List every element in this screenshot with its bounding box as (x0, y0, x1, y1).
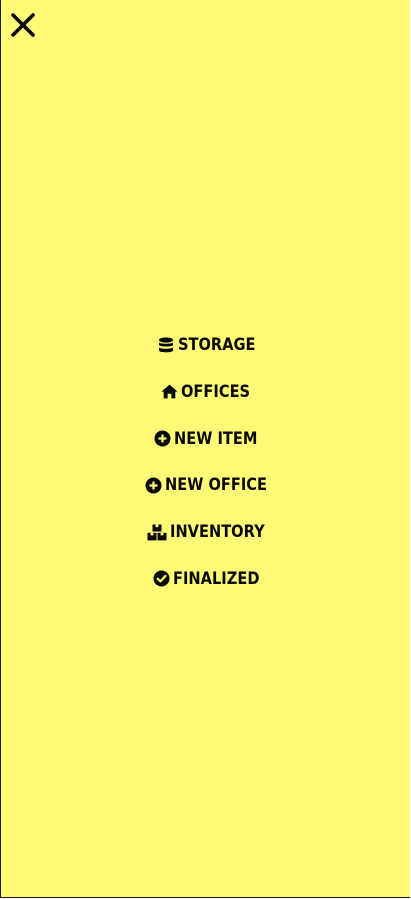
menu-item-storage[interactable]: STORAGE (158, 333, 256, 357)
menu-item-label: INVENTORY (169, 522, 265, 543)
menu-item-inventory[interactable]: INVENTORY (147, 520, 265, 544)
plus-circle-icon (145, 477, 162, 494)
menu-item-offices[interactable]: OFFICES (161, 380, 250, 404)
menu-item-new-office[interactable]: NEW OFFICE (145, 473, 267, 497)
menu-item-finalized[interactable]: FINALIZED (153, 567, 259, 591)
check-circle-icon (153, 570, 170, 587)
menu-item-label: OFFICES (180, 381, 250, 402)
menu-item-label: NEW OFFICE (164, 475, 267, 496)
plus-circle-icon (154, 430, 171, 447)
boxes-icon (147, 524, 167, 541)
home-icon (161, 383, 178, 400)
close-icon (11, 13, 35, 37)
menu-item-label: FINALIZED (172, 568, 259, 589)
navigation-drawer: STORAGE OFFICES NEW ITEM NEW OFFICE INVE… (0, 0, 410, 898)
menu-item-label: STORAGE (177, 335, 256, 355)
menu-item-new-item[interactable]: NEW ITEM (154, 427, 257, 451)
close-button[interactable] (10, 12, 36, 38)
main-menu: STORAGE OFFICES NEW ITEM NEW OFFICE INVE… (1, 333, 410, 614)
database-icon (158, 336, 175, 354)
menu-item-label: NEW ITEM (173, 428, 258, 449)
